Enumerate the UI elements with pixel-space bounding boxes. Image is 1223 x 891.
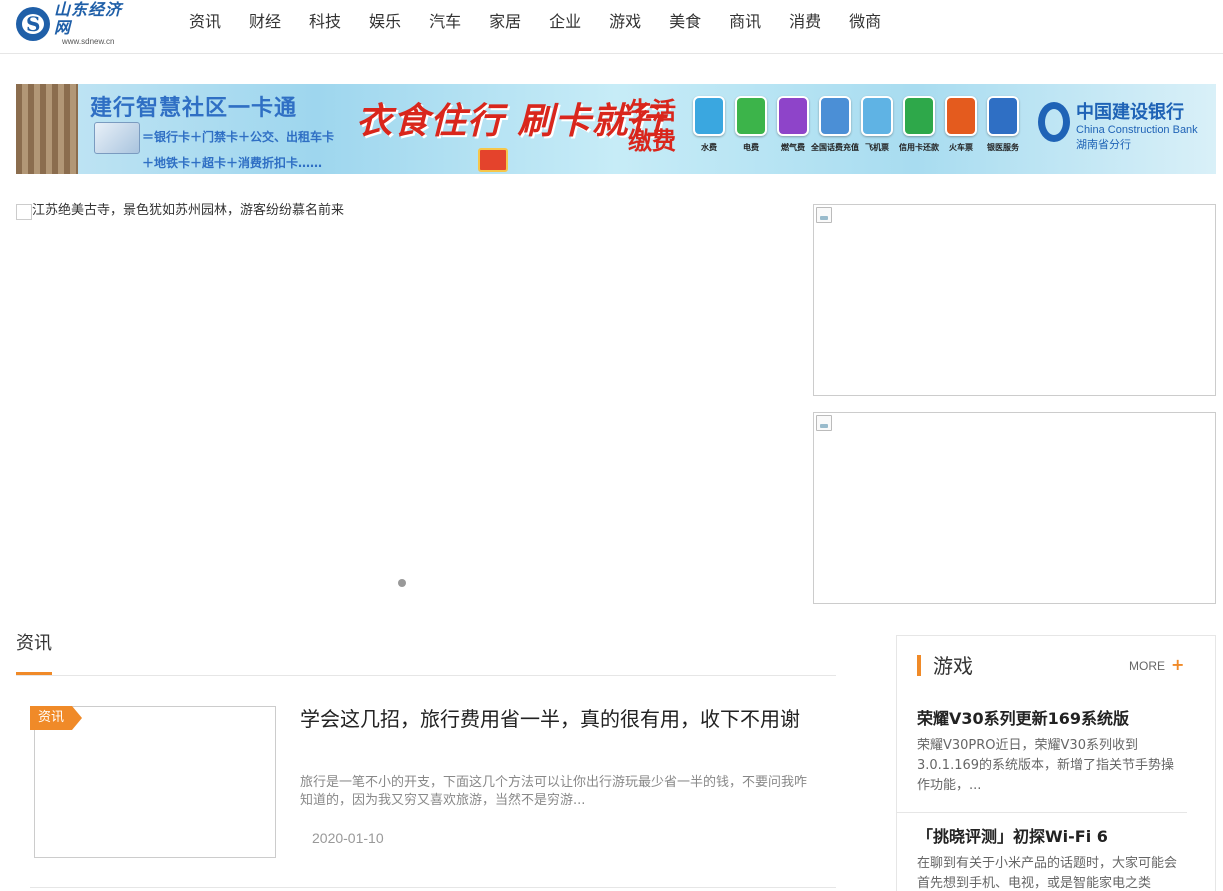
train-icon	[945, 96, 977, 136]
broken-image-icon	[816, 415, 832, 431]
building-image	[16, 84, 78, 174]
nav-item-consumer[interactable]: 消费	[789, 0, 821, 44]
side-image-bottom[interactable]	[813, 412, 1216, 604]
article-title[interactable]: 学会这几招，旅行费用省一半，真的很有用，收下不用谢	[300, 706, 820, 733]
bank-card-icon	[94, 122, 140, 154]
article-tag: 资讯	[30, 706, 83, 730]
nav-item-news[interactable]: 资讯	[189, 0, 221, 44]
bank-logo: 中国建设银行 China Construction Bank 湖南省分行	[1038, 102, 1198, 152]
more-link[interactable]: MORE	[1129, 659, 1165, 673]
sidebar-accent-bar	[917, 655, 921, 676]
plus-icon[interactable]: +	[1171, 655, 1184, 675]
lightbulb-icon	[735, 96, 767, 136]
slider-caption[interactable]: 江苏绝美古寺，景色犹如苏州园林，游客纷纷慕名前来	[32, 203, 344, 219]
nav-item-auto[interactable]: 汽车	[429, 0, 461, 44]
flame-icon	[777, 96, 809, 136]
sidebar-header: 游戏 MORE +	[917, 653, 1187, 679]
article-item: 资讯 学会这几招，旅行费用省一半，真的很有用，收下不用谢 旅行是一笔不小的开支，…	[30, 706, 836, 888]
section-header: 资讯	[16, 632, 836, 676]
article-summary: 旅行是一笔不小的开支，下面这几个方法可以让你出行游玩最少省一半的钱，不要问我咋知…	[300, 775, 808, 808]
service-water: 水费	[688, 96, 730, 153]
ccb-logo-icon	[1038, 102, 1070, 142]
nav-item-wechat-business[interactable]: 微商	[849, 0, 881, 44]
airplane-icon	[861, 96, 893, 136]
side-image-top[interactable]	[813, 204, 1216, 396]
sidebar-item: 「挑晓评测」初探Wi-Fi 6 在聊到有关于小米产品的话题时，大家可能会首先想到…	[917, 826, 1187, 891]
section-underline	[16, 672, 52, 675]
service-train: 火车票	[940, 96, 982, 153]
section-title: 资讯	[16, 633, 52, 654]
service-electric: 电费	[730, 96, 772, 153]
nav-item-enterprise[interactable]: 企业	[549, 0, 581, 44]
service-credit: 信用卡还款	[898, 96, 940, 153]
broken-image-icon	[16, 204, 32, 220]
phone-icon	[819, 96, 851, 136]
service-medical: 银医服务	[982, 96, 1024, 153]
sidebar-item-title[interactable]: 「挑晓评测」初探Wi-Fi 6	[917, 826, 1187, 848]
banner-line-2: ＋地铁卡＋超卡＋消费折扣卡……	[142, 156, 323, 170]
sidebar-item-desc: 在聊到有关于小米产品的话题时，大家可能会首先想到手机、电视，或是智能家电之类	[917, 856, 1178, 891]
bank-name-en: China Construction Bank	[1076, 124, 1198, 136]
water-icon	[693, 96, 725, 136]
logo-name: 山东经济网	[54, 0, 123, 37]
broken-image-icon	[816, 207, 832, 223]
nav-item-finance[interactable]: 财经	[249, 0, 281, 44]
banner-slogan: 衣食住行 刷卡就行	[356, 101, 666, 142]
sidebar-item-title[interactable]: 荣耀V30系列更新169系统版	[917, 708, 1187, 730]
logo-url: www.sdnew.cn	[62, 37, 115, 46]
banner-ad[interactable]: 建行智慧社区一卡通 ＝银行卡＋门禁卡＋公交、出租车卡 ＋地铁卡＋超卡＋消费折扣卡…	[16, 84, 1216, 174]
logo-icon	[16, 7, 50, 41]
site-logo[interactable]: 山东经济网 www.sdnew.cn	[16, 1, 138, 46]
nav-item-food[interactable]: 美食	[669, 0, 701, 44]
slider-dot[interactable]	[398, 579, 406, 587]
service-flight: 飞机票	[856, 96, 898, 153]
bank-name: 中国建设银行	[1076, 102, 1184, 123]
sidebar-item: 荣耀V30系列更新169系统版 荣耀V30PRO近日，荣耀V30系列收到3.0.…	[917, 708, 1187, 796]
credit-card-icon	[903, 96, 935, 136]
nav-item-entertainment[interactable]: 娱乐	[369, 0, 401, 44]
nav-item-home[interactable]: 家居	[489, 0, 521, 44]
banner-pay-label: 生活缴费	[628, 97, 676, 155]
featured-slider[interactable]: 江苏绝美古寺，景色犹如苏州园林，游客纷纷慕名前来	[16, 203, 788, 602]
medical-icon	[987, 96, 1019, 136]
gift-icon	[478, 148, 508, 172]
sidebar-divider	[897, 812, 1187, 813]
main-nav: 资讯 财经 科技 娱乐 汽车 家居 企业 游戏 美食 商讯 消费 微商	[175, 0, 895, 44]
site-header: 山东经济网 www.sdnew.cn 资讯 财经 科技 娱乐 汽车 家居 企业 …	[0, 0, 1223, 54]
nav-item-tech[interactable]: 科技	[309, 0, 341, 44]
banner-line-1: ＝银行卡＋门禁卡＋公交、出租车卡	[142, 130, 335, 144]
service-gas: 燃气费	[772, 96, 814, 153]
sidebar-title: 游戏	[933, 654, 973, 678]
article-date: 2020-01-10	[312, 830, 384, 846]
service-icons: 水费 电费 燃气费 全国话费充值 飞机票 信用卡还款 火车票 银医服务	[688, 96, 1024, 153]
service-phone: 全国话费充值	[811, 96, 859, 153]
sidebar-item-desc: 荣耀V30PRO近日，荣耀V30系列收到3.0.1.169的系统版本，新增了指关…	[917, 738, 1175, 793]
sidebar-games-box: 游戏 MORE + 荣耀V30系列更新169系统版 荣耀V30PRO近日，荣耀V…	[896, 635, 1216, 891]
bank-branch: 湖南省分行	[1076, 138, 1131, 151]
nav-item-games[interactable]: 游戏	[609, 0, 641, 44]
nav-item-business[interactable]: 商讯	[729, 0, 761, 44]
banner-title: 建行智慧社区一卡通	[90, 96, 298, 121]
